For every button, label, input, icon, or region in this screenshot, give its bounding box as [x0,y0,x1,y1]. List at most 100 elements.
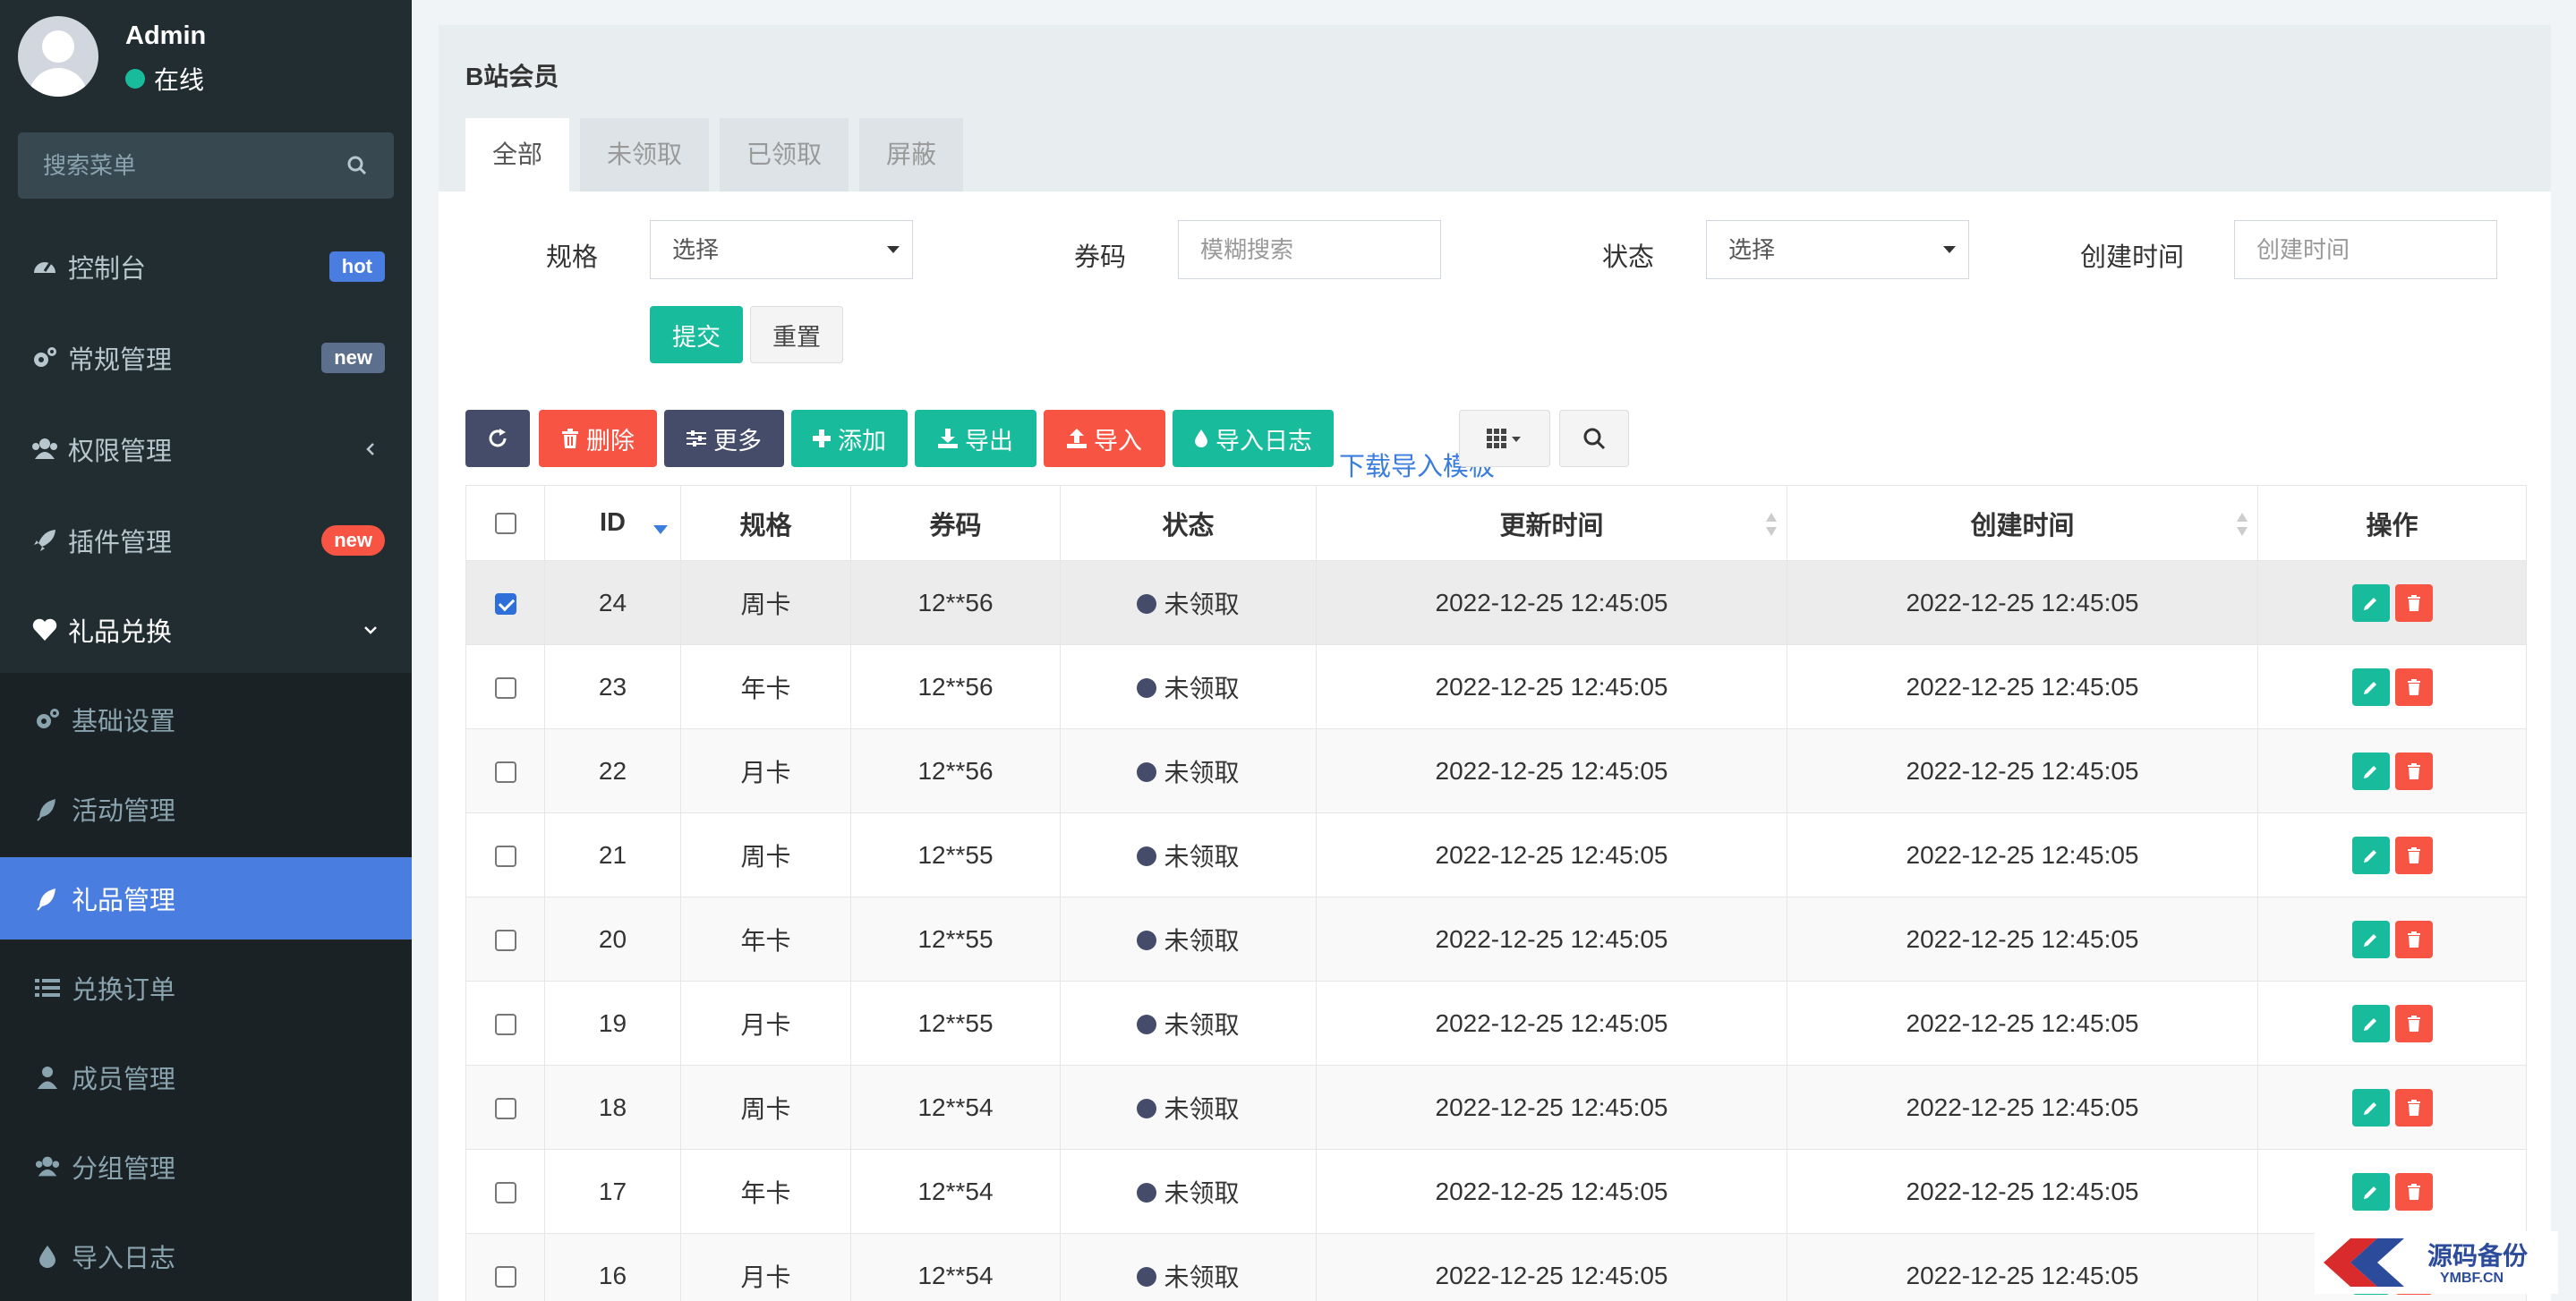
more-button[interactable]: 更多 [664,410,784,467]
cell-code: 12**55 [850,897,1061,982]
tint-icon [34,1242,61,1271]
delete-row-button[interactable] [2394,583,2433,622]
edit-button[interactable] [2351,668,2390,706]
table-row[interactable]: 23 年卡 12**56 未领取 2022-12-25 12:45:05 2022-12-… [465,644,2527,729]
cell-actions [2257,644,2527,729]
menu-search-input[interactable] [18,132,340,199]
pencil-icon [2363,597,2376,610]
tab-blocked[interactable]: 屏蔽 [859,118,964,191]
table-row[interactable]: 24 周卡 12**56 未领取 2022-12-25 12:45:05 2022-12-… [465,560,2527,645]
spec-select[interactable]: 选择 [650,220,913,279]
export-button[interactable]: 导出 [915,410,1036,467]
column-header-id[interactable]: ID [544,485,681,561]
plus-icon [813,429,831,447]
delete-button[interactable]: 删除 [539,410,657,467]
leaf-icon [34,795,61,823]
cell-created: 2022-12-25 12:45:05 [1787,981,2258,1066]
add-button[interactable]: 添加 [791,410,908,467]
search-icon[interactable] [347,156,367,175]
menu-search [18,132,394,199]
sidebar-item-dashboard[interactable]: 控制台 hot [0,222,412,311]
row-checkbox[interactable] [494,1182,516,1204]
sidebar-item-import-log[interactable]: 导入日志 [0,1212,412,1301]
table-row[interactable]: 19 月卡 12**55 未领取 2022-12-25 12:45:05 2022-12-… [465,981,2527,1066]
cell-spec: 周卡 [680,1065,851,1150]
reset-button[interactable]: 重置 [750,306,843,363]
import-log-button[interactable]: 导入日志 [1173,410,1334,467]
delete-row-button[interactable] [2394,836,2433,874]
code-label: 券码 [1074,243,1127,272]
delete-row-button[interactable] [2394,1004,2433,1042]
table-row[interactable]: 21 周卡 12**55 未领取 2022-12-25 12:45:05 2022-12-… [465,812,2527,897]
column-header-updated[interactable]: 更新时间 [1316,485,1787,561]
sidebar-item-label: 成员管理 [72,1066,176,1094]
sidebar-item-groups[interactable]: 分组管理 [0,1122,412,1212]
edit-button[interactable] [2351,836,2390,874]
delete-row-button[interactable] [2394,920,2433,958]
sidebar-item-general[interactable]: 常规管理 new [0,313,412,403]
tab-claimed[interactable]: 已领取 [720,118,849,191]
import-button[interactable]: 导入 [1044,410,1165,467]
row-checkbox[interactable] [494,761,516,784]
edit-button[interactable] [2351,1088,2390,1127]
row-checkbox[interactable] [494,930,516,952]
tab-unclaimed[interactable]: 未领取 [580,118,710,191]
pencil-icon [2363,933,2376,947]
cell-code: 12**56 [850,560,1061,645]
row-checkbox[interactable] [494,1266,516,1288]
select-all-checkbox[interactable] [494,513,516,535]
refresh-button[interactable] [465,410,530,467]
sidebar-item-activity[interactable]: 活动管理 [0,764,412,854]
sort-icon [2237,513,2248,536]
edit-button[interactable] [2351,1172,2390,1211]
sidebar-item-permissions[interactable]: 权限管理 [0,404,412,494]
sidebar-item-gift-exchange[interactable]: 礼品兑换 [0,585,412,675]
online-dot-icon [125,69,145,89]
grid-icon [1487,429,1521,448]
table-row[interactable]: 17 年卡 12**54 未领取 2022-12-25 12:45:05 2022-12-… [465,1149,2527,1234]
columns-toggle-button[interactable] [1459,410,1550,467]
cell-id: 21 [544,812,681,897]
cell-id: 19 [544,981,681,1066]
table-row[interactable]: 20 年卡 12**55 未领取 2022-12-25 12:45:05 2022-12-… [465,897,2527,982]
cell-id: 22 [544,728,681,813]
toolbar-search-button[interactable] [1559,410,1629,467]
sidebar-item-gift-management[interactable]: 礼品管理 [0,857,412,940]
watermark-title: 源码备份 [2427,1241,2529,1271]
submit-button[interactable]: 提交 [650,306,743,363]
edit-button[interactable] [2351,583,2390,622]
edit-button[interactable] [2351,752,2390,790]
trash-icon [2407,1099,2420,1116]
code-search-input[interactable]: 模糊搜索 [1178,220,1441,279]
table-row[interactable]: 16 月卡 12**54 未领取 2022-12-25 12:45:05 2022-12-… [465,1233,2527,1301]
delete-row-button[interactable] [2394,1088,2433,1127]
delete-row-button[interactable] [2394,752,2433,790]
edit-button[interactable] [2351,1004,2390,1042]
edit-button[interactable] [2351,920,2390,958]
row-checkbox[interactable] [494,1098,516,1120]
sidebar-item-members[interactable]: 成员管理 [0,1033,412,1122]
delete-row-button[interactable] [2394,668,2433,706]
cell-spec: 月卡 [680,728,851,813]
status-select[interactable]: 选择 [1706,220,1969,279]
cell-code: 12**55 [850,981,1061,1066]
caret-down-icon [1943,246,1956,253]
row-checkbox[interactable] [494,677,516,700]
cell-actions [2257,1065,2527,1150]
table-row[interactable]: 18 周卡 12**54 未领取 2022-12-25 12:45:05 2022-12-… [465,1065,2527,1150]
cell-spec: 年卡 [680,897,851,982]
table-row[interactable]: 22 月卡 12**56 未领取 2022-12-25 12:45:05 2022-12-… [465,728,2527,813]
tab-all[interactable]: 全部 [465,118,570,191]
content-panel: B站会员 全部 未领取 已领取 屏蔽 规格 选择 券码 模糊搜索 状态 选择 创… [439,25,2551,1301]
delete-row-button[interactable] [2394,1172,2433,1211]
created-time-input[interactable]: 创建时间 [2234,220,2497,279]
sidebar-item-basic-settings[interactable]: 基础设置 [0,675,412,764]
sidebar-item-orders[interactable]: 兑换订单 [0,943,412,1033]
row-checkbox[interactable] [494,1014,516,1036]
column-header-created[interactable]: 创建时间 [1787,485,2258,561]
download-icon [938,429,958,448]
row-checkbox[interactable] [494,846,516,868]
sidebar-item-plugins[interactable]: 插件管理 new [0,496,412,585]
avatar[interactable] [18,16,98,97]
row-checkbox[interactable] [494,593,516,616]
